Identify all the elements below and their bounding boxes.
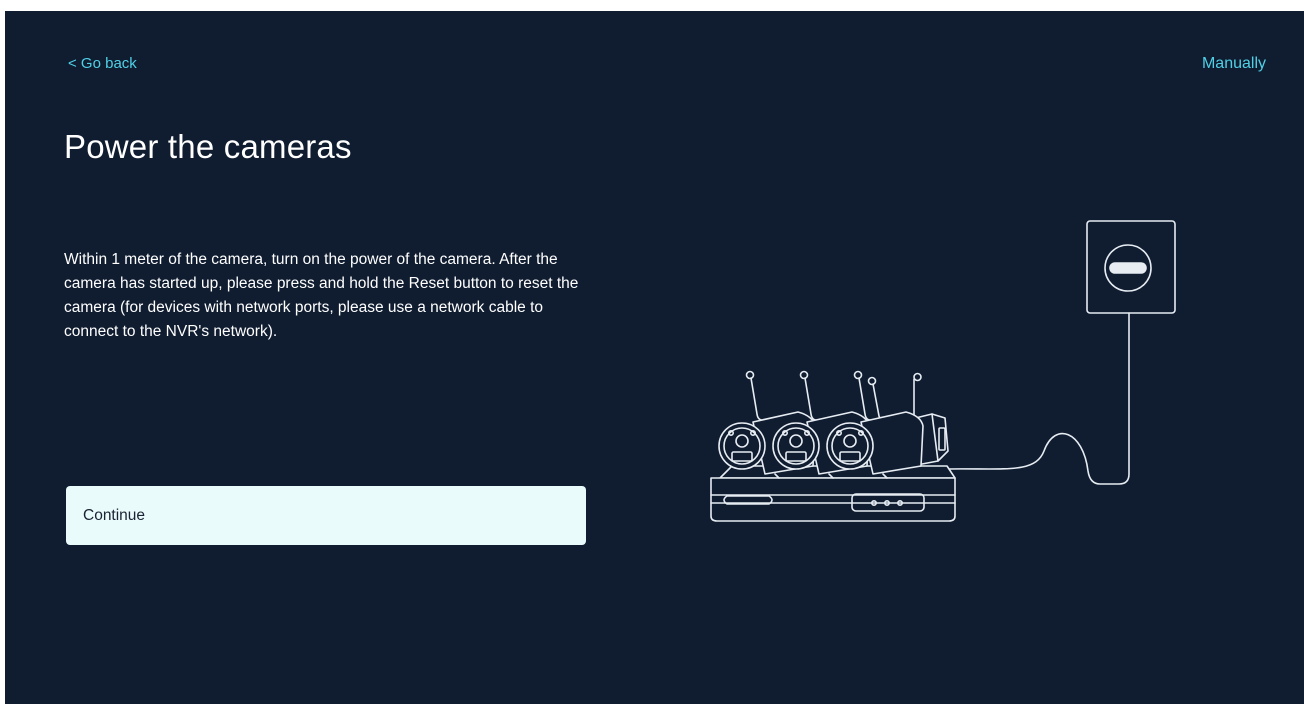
continue-button-label: Continue <box>83 506 146 524</box>
setup-screen: < Go back Manually Power the cameras Wit… <box>5 11 1304 704</box>
instructions-text: Within 1 meter of the camera, turn on th… <box>64 251 579 340</box>
camera-icon <box>826 370 924 479</box>
manually-link[interactable]: Manually <box>1202 55 1266 73</box>
power-outlet-icon <box>1086 220 1176 314</box>
power-cable-icon <box>944 312 1130 485</box>
continue-button[interactable]: Continue <box>66 486 586 545</box>
page-title: Power the cameras <box>64 128 352 165</box>
go-back-link[interactable]: < Go back <box>68 55 137 72</box>
nvr-recorder-icon <box>710 465 956 522</box>
camera-setup-illustration <box>710 220 1176 522</box>
